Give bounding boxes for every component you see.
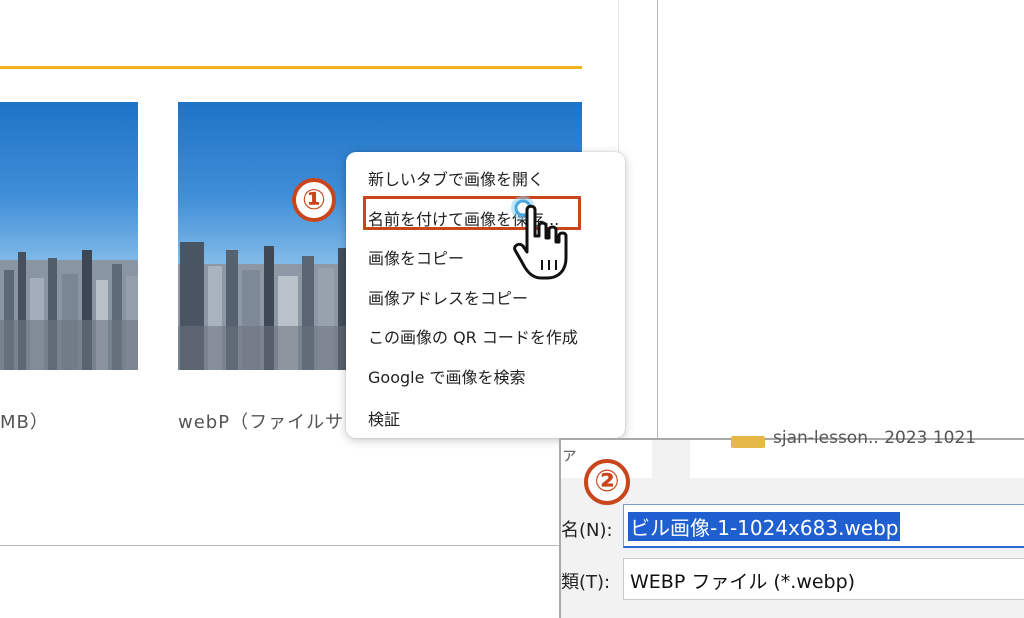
city-skyline-left: [0, 250, 138, 370]
menu-inspect[interactable]: 検証: [368, 406, 400, 430]
dialog-strip-label: ァ: [561, 445, 578, 465]
filetype-select[interactable]: WEBP ファイル (*.webp): [623, 558, 1024, 600]
section-heading-rule: [0, 66, 582, 69]
dialog-folder-name[interactable]: sjan-lesson.. 2023 1021: [773, 428, 976, 448]
image-caption-left: MB）: [0, 412, 49, 433]
menu-create-qr-code[interactable]: この画像の QR コードを作成: [368, 324, 578, 348]
save-as-dialog: ァ sjan-lesson.. 2023 1021 名(N): ビル画像-1-1…: [559, 428, 1024, 618]
dialog-file-list-strip: ァ sjan-lesson.. 2023 1021: [561, 428, 1024, 478]
hand-pointer-icon: [505, 190, 585, 286]
filetype-label: 類(T):: [561, 572, 611, 593]
filename-label: 名(N):: [561, 520, 613, 541]
menu-copy-image-address[interactable]: 画像アドレスをコピー: [368, 285, 528, 309]
menu-open-image-new-tab[interactable]: 新しいタブで画像を開く: [368, 166, 544, 190]
dialog-pane-divider: [652, 440, 690, 478]
folder-icon: [731, 436, 765, 448]
menu-copy-image[interactable]: 画像をコピー: [368, 245, 464, 269]
menu-search-image-google[interactable]: Google で画像を検索: [368, 364, 526, 388]
filetype-value: WEBP ファイル (*.webp): [630, 571, 856, 593]
step-two-marker: ②: [584, 459, 630, 505]
step-one-marker: ①: [292, 178, 336, 222]
city-photo-left[interactable]: [0, 102, 138, 370]
filename-selected-text: ビル画像-1-1024x683.webp: [628, 512, 901, 541]
image-caption-right: webP（ファイルサ: [178, 412, 345, 433]
filename-input[interactable]: ビル画像-1-1024x683.webp: [623, 504, 1024, 548]
